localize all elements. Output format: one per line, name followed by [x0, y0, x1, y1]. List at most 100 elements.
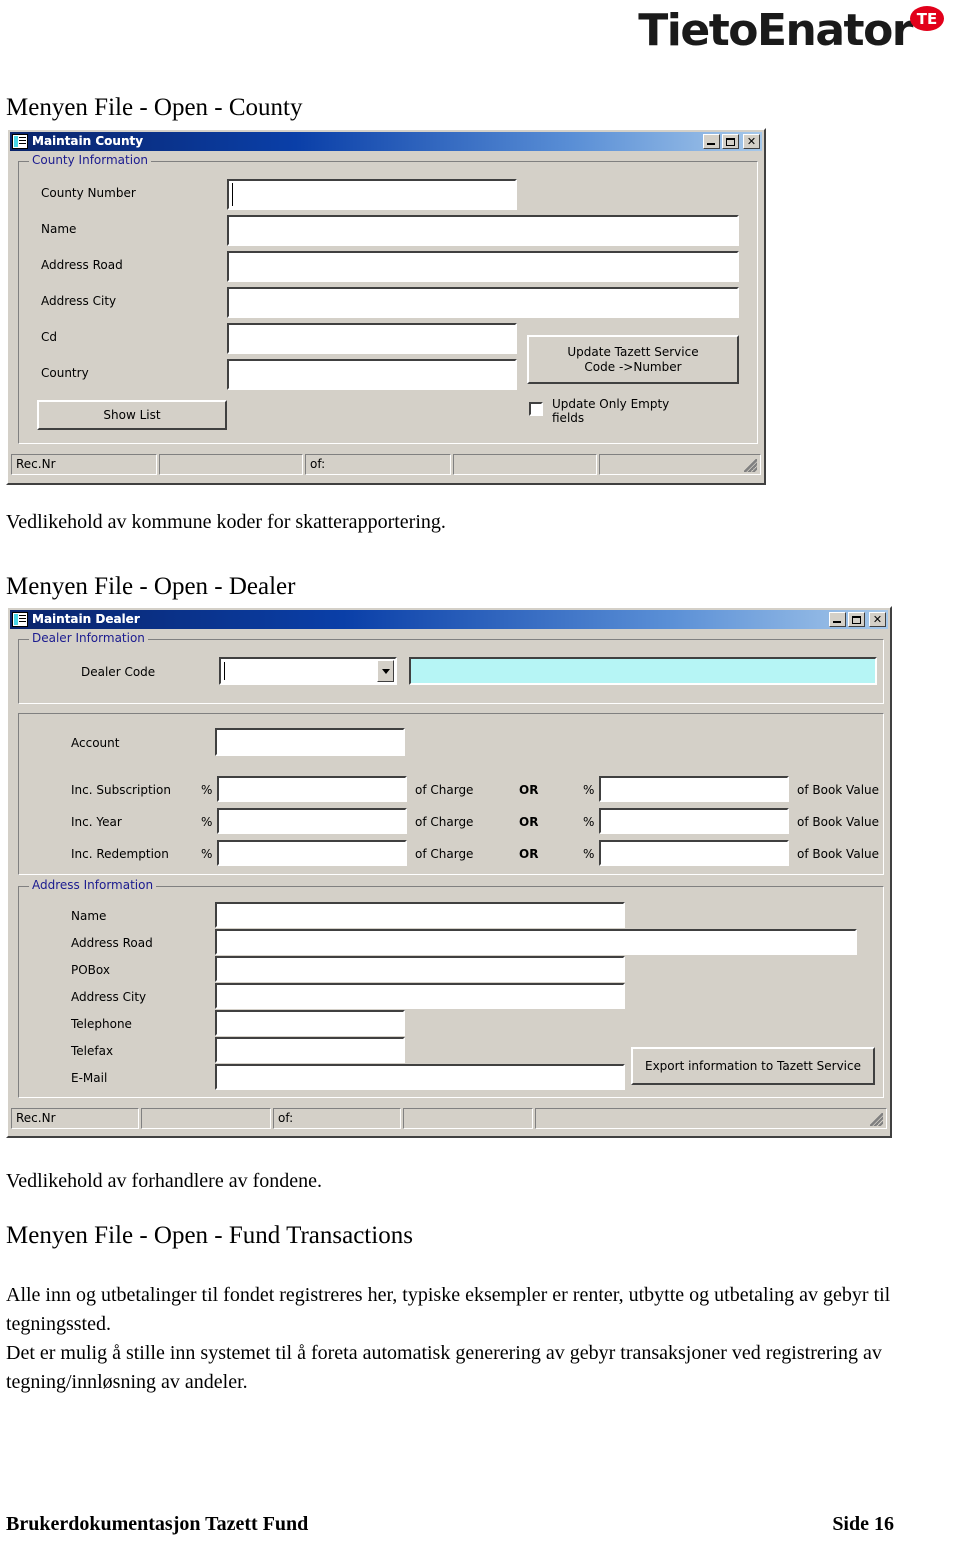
window-menu-icon[interactable] — [12, 612, 28, 627]
footer-left: Brukerdokumentasjon Tazett Fund — [6, 1513, 309, 1535]
label-address-city: Address City — [41, 294, 117, 308]
status-rec-nr-label: Rec.Nr — [11, 1108, 139, 1129]
input-cd[interactable] — [227, 323, 517, 354]
label-addr-name: Name — [71, 909, 107, 923]
label-dealer-code: Dealer Code — [81, 665, 156, 679]
input-country[interactable] — [227, 359, 517, 390]
label-inc-subscription: Inc. Subscription — [71, 783, 171, 797]
label-addr-road: Address Road — [71, 936, 153, 950]
input-addr-pobox[interactable] — [215, 956, 625, 982]
logo-wordmark: TietoEnator — [638, 5, 913, 56]
label-address-road: Address Road — [41, 258, 123, 272]
status-of-value — [403, 1108, 533, 1129]
input-inc-year-book[interactable] — [599, 808, 789, 834]
resize-grip-icon[interactable] — [870, 1113, 883, 1126]
input-county-number[interactable] — [227, 179, 517, 210]
status-rec-nr-value — [159, 454, 303, 475]
input-inc-redemption-charge[interactable] — [217, 840, 407, 866]
label-of-charge: of Charge — [415, 847, 474, 861]
label-addr-pobox: POBox — [71, 963, 110, 977]
label-telephone: Telephone — [71, 1017, 132, 1031]
label-of-book-value: of Book Value — [797, 847, 880, 861]
input-account[interactable] — [215, 728, 405, 756]
input-name[interactable] — [227, 215, 739, 246]
dealer-window-title: Maintain Dealer — [32, 612, 140, 626]
close-button[interactable] — [743, 134, 760, 149]
label-account: Account — [71, 736, 120, 750]
address-information-group: Address Information Name Address Road PO… — [18, 878, 884, 1098]
input-inc-year-charge[interactable] — [217, 808, 407, 834]
county-information-group-title: County Information — [29, 153, 152, 167]
label-of-charge: of Charge — [415, 815, 474, 829]
input-telephone[interactable] — [215, 1010, 405, 1036]
label-email: E-Mail — [71, 1071, 108, 1085]
label-country: Country — [41, 366, 89, 380]
dealer-status-bar: Rec.Nr of: — [11, 1108, 887, 1129]
dealer-information-group: Dealer Information Dealer Code — [18, 631, 884, 704]
input-inc-subscription-book[interactable] — [599, 776, 789, 802]
maximize-button[interactable] — [722, 134, 739, 149]
te-badge-icon: TE — [910, 6, 944, 31]
caption-dealer: Vedlikehold av forhandlere av fondene. — [6, 1170, 322, 1192]
update-tazett-service-button[interactable]: Update Tazett Service Code ->Number — [527, 335, 739, 384]
county-titlebar[interactable]: Maintain County — [10, 132, 762, 151]
label-addr-city: Address City — [71, 990, 147, 1004]
status-rec-nr-label: Rec.Nr — [11, 454, 157, 475]
dealer-charges-group: Account Inc. Subscription % of Charge OR… — [18, 713, 884, 875]
dealer-titlebar[interactable]: Maintain Dealer — [10, 610, 888, 629]
heading-fund-transactions: Menyen File - Open - Fund Transactions — [6, 1222, 413, 1249]
input-address-city[interactable] — [227, 287, 739, 318]
label-of-book-value: of Book Value — [797, 815, 880, 829]
label-telefax: Telefax — [71, 1044, 114, 1058]
input-telefax[interactable] — [215, 1037, 405, 1063]
minimize-button[interactable] — [829, 612, 846, 627]
paragraph-fund-transactions-1: Alle inn og utbetalinger til fondet regi… — [6, 1284, 891, 1335]
dealer-window-controls — [829, 612, 886, 627]
close-button[interactable] — [869, 612, 886, 627]
county-status-bar: Rec.Nr of: — [11, 454, 761, 475]
percent-icon: % — [583, 815, 595, 829]
update-only-empty-checkbox[interactable] — [529, 402, 543, 416]
percent-icon: % — [201, 783, 213, 797]
county-window-title: Maintain County — [32, 134, 144, 148]
status-extra — [535, 1108, 887, 1129]
label-of-book-value: of Book Value — [797, 783, 880, 797]
show-list-button[interactable]: Show List — [37, 400, 227, 430]
update-only-empty-label: Update Only Empty fields — [552, 397, 670, 425]
heading-dealer: Menyen File - Open - Dealer — [6, 573, 296, 600]
tietoenator-logo: TietoEnator TE — [638, 4, 944, 66]
caption-county: Vedlikehold av kommune koder for skatter… — [6, 511, 446, 533]
dealer-code-combobox[interactable] — [219, 657, 397, 685]
dealer-name-display — [409, 657, 877, 685]
heading-county: Menyen File - Open - County — [6, 94, 303, 121]
label-inc-redemption: Inc. Redemption — [71, 847, 169, 861]
chevron-down-icon[interactable] — [377, 660, 394, 682]
status-of-label: of: — [305, 454, 451, 475]
input-inc-subscription-charge[interactable] — [217, 776, 407, 802]
county-window-controls — [703, 134, 760, 149]
county-information-group: County Information County Number Name Ad… — [18, 153, 758, 444]
input-email[interactable] — [215, 1064, 625, 1090]
label-or: OR — [519, 847, 539, 861]
input-address-road[interactable] — [227, 251, 739, 282]
input-addr-road[interactable] — [215, 929, 857, 955]
input-inc-redemption-book[interactable] — [599, 840, 789, 866]
percent-icon: % — [583, 847, 595, 861]
minimize-button[interactable] — [703, 134, 720, 149]
input-addr-city[interactable] — [215, 983, 625, 1009]
percent-icon: % — [201, 815, 213, 829]
label-cd: Cd — [41, 330, 57, 344]
label-inc-year: Inc. Year — [71, 815, 122, 829]
input-addr-name[interactable] — [215, 902, 625, 928]
window-menu-icon[interactable] — [12, 134, 28, 149]
percent-icon: % — [583, 783, 595, 797]
resize-grip-icon[interactable] — [744, 459, 757, 472]
export-information-button[interactable]: Export information to Tazett Service — [631, 1047, 875, 1085]
maximize-button[interactable] — [848, 612, 865, 627]
label-or: OR — [519, 815, 539, 829]
status-extra — [599, 454, 761, 475]
status-rec-nr-value — [141, 1108, 271, 1129]
status-of-label: of: — [273, 1108, 401, 1129]
dealer-information-group-title: Dealer Information — [29, 631, 148, 645]
label-or: OR — [519, 783, 539, 797]
